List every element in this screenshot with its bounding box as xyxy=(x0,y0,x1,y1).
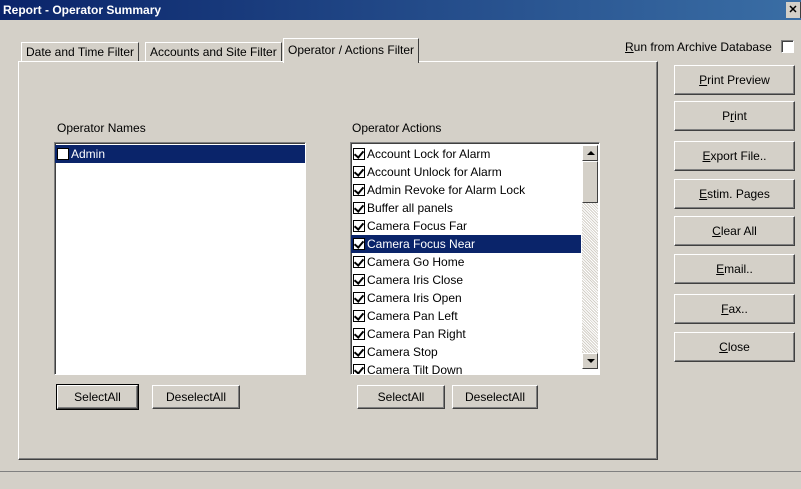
checkbox[interactable] xyxy=(353,310,365,322)
button-label-part: lose xyxy=(727,340,750,354)
list-item-label: Camera Go Home xyxy=(367,255,465,269)
list-item[interactable]: Camera Focus Near xyxy=(351,235,581,253)
list-item-label: Camera Tilt Down xyxy=(367,363,463,375)
tab-date-and-time-filter[interactable]: Date and Time Filter xyxy=(21,42,140,61)
button-label-part: rint Preview xyxy=(707,73,770,87)
operator-names-deselect-all-button[interactable]: DeselectAll xyxy=(152,385,240,409)
list-item-label: Camera Pan Right xyxy=(367,327,466,341)
list-item-label: Camera Focus Near xyxy=(367,237,476,251)
checkbox[interactable] xyxy=(353,238,365,250)
checkbox[interactable] xyxy=(57,148,69,160)
button-mnemonic: E xyxy=(716,262,725,276)
operator-names-label: Operator Names xyxy=(57,121,146,135)
close-button[interactable]: Close xyxy=(674,332,795,362)
checkbox[interactable] xyxy=(353,328,365,340)
list-item[interactable]: Camera Go Home xyxy=(351,253,581,271)
up-arrow-icon xyxy=(587,151,595,155)
button-mnemonic: C xyxy=(719,340,728,354)
list-item-label: Camera Iris Close xyxy=(367,273,464,287)
tab-operator-actions-filter[interactable]: Operator / Actions Filter xyxy=(283,38,420,63)
button-label-part: stim. Pages xyxy=(707,187,770,201)
button-mnemonic: C xyxy=(712,224,721,238)
print-button[interactable]: Print xyxy=(674,101,795,131)
clear-all-button[interactable]: Clear All xyxy=(674,216,795,246)
tab-accounts-and-site-filter[interactable]: Accounts and Site Filter xyxy=(145,42,282,61)
list-item-label: Camera Focus Far xyxy=(367,219,468,233)
button-label-part: int xyxy=(734,109,747,123)
close-icon[interactable]: ✕ xyxy=(786,2,801,18)
bottom-divider xyxy=(0,471,801,472)
button-mnemonic: F xyxy=(721,302,729,316)
run-from-archive-checkbox[interactable] xyxy=(781,40,794,53)
estim-pages-button[interactable]: Estim. Pages xyxy=(674,179,795,209)
list-item[interactable]: Camera Focus Far xyxy=(351,217,581,235)
title-bar: Report - Operator Summary ✕ xyxy=(0,0,801,20)
checkbox[interactable] xyxy=(353,184,365,196)
operator-names-select-all-button[interactable]: SelectAll xyxy=(56,384,139,410)
button-mnemonic: P xyxy=(699,73,708,87)
list-item-label: Account Lock for Alarm xyxy=(367,147,491,161)
list-item[interactable]: Account Lock for Alarm xyxy=(351,145,581,163)
list-item-label: Camera Stop xyxy=(367,345,438,359)
list-item[interactable]: Camera Iris Open xyxy=(351,289,581,307)
list-item[interactable]: Camera Iris Close xyxy=(351,271,581,289)
scroll-thumb[interactable] xyxy=(582,161,598,203)
print-preview-button[interactable]: Print Preview xyxy=(674,65,795,95)
run-from-archive-label: Run from Archive Database xyxy=(625,40,772,54)
button-label-part: ax.. xyxy=(728,302,748,316)
list-item-label: Admin Revoke for Alarm Lock xyxy=(367,183,526,197)
list-item[interactable]: Buffer all panels xyxy=(351,199,581,217)
export-file-button[interactable]: Export File.. xyxy=(674,141,795,171)
actions-scrollbar[interactable] xyxy=(582,145,598,369)
list-item-label: Camera Pan Left xyxy=(367,309,458,323)
operator-actions-deselect-all-button[interactable]: DeselectAll xyxy=(452,385,538,409)
fax-button[interactable]: Fax.. xyxy=(674,294,795,324)
list-item-label: Buffer all panels xyxy=(367,201,453,215)
checkbox[interactable] xyxy=(353,148,365,160)
window-title: Report - Operator Summary xyxy=(3,3,162,17)
scroll-down-button[interactable] xyxy=(582,353,598,369)
checkbox[interactable] xyxy=(353,292,365,304)
button-mnemonic: E xyxy=(702,149,711,163)
checkbox[interactable] xyxy=(353,166,365,178)
list-item-label: Admin xyxy=(71,147,106,161)
list-item-label: Account Unlock for Alarm xyxy=(367,165,502,179)
checkbox[interactable] xyxy=(353,202,365,214)
list-item[interactable]: Admin xyxy=(55,145,305,163)
operator-actions-select-all-button[interactable]: SelectAll xyxy=(357,385,445,409)
button-label-part: xport File.. xyxy=(710,149,767,163)
checkbox[interactable] xyxy=(353,346,365,358)
email-button[interactable]: Email.. xyxy=(674,254,795,284)
checkbox[interactable] xyxy=(353,364,365,374)
button-label-part: P xyxy=(722,109,731,123)
scroll-up-button[interactable] xyxy=(582,145,598,161)
list-item[interactable]: Account Unlock for Alarm xyxy=(351,163,581,181)
list-item[interactable]: Admin Revoke for Alarm Lock xyxy=(351,181,581,199)
button-label-part: lear All xyxy=(720,224,757,238)
checkbox[interactable] xyxy=(353,256,365,268)
operator-actions-list[interactable]: Account Lock for Alarm Account Unlock for… xyxy=(350,142,600,375)
operator-names-list[interactable]: Admin xyxy=(54,142,306,375)
list-item[interactable]: Camera Stop xyxy=(351,343,581,361)
button-mnemonic: E xyxy=(699,187,708,201)
list-item[interactable]: Camera Tilt Down xyxy=(351,361,581,375)
list-item-label: Camera Iris Open xyxy=(367,291,462,305)
operator-actions-label: Operator Actions xyxy=(352,121,442,135)
checkbox[interactable] xyxy=(353,220,365,232)
list-item[interactable]: Camera Pan Right xyxy=(351,325,581,343)
button-label-part: mail.. xyxy=(724,262,753,276)
list-item[interactable]: Camera Pan Left xyxy=(351,307,581,325)
checkbox[interactable] xyxy=(353,274,365,286)
down-arrow-icon xyxy=(587,359,595,363)
